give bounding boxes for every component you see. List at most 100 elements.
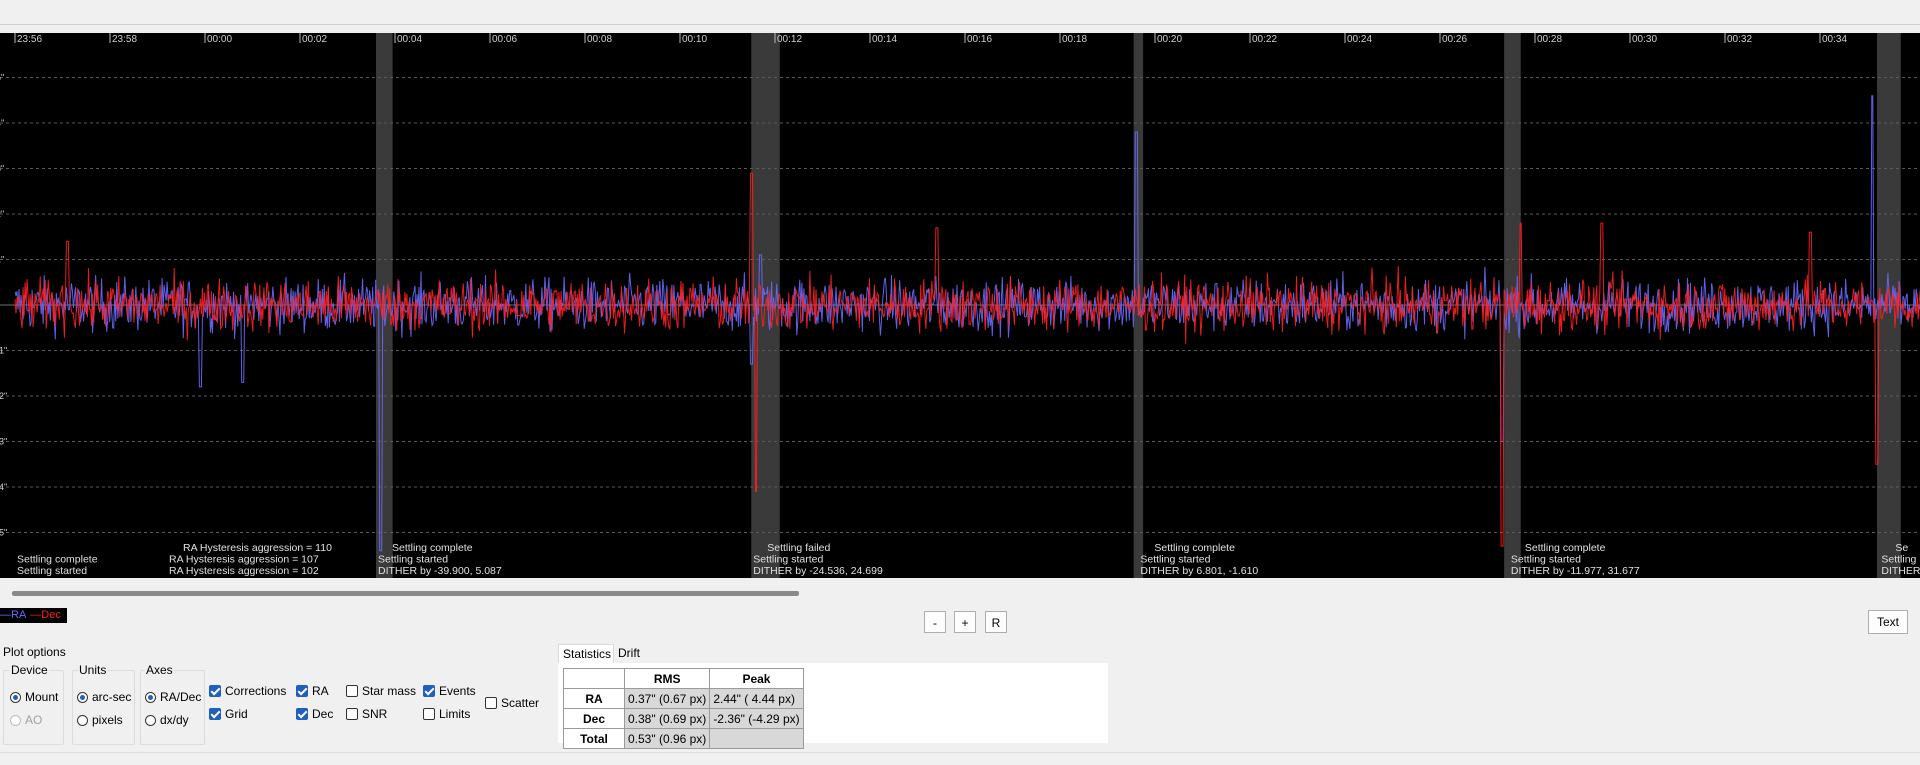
guiding-graph-svg: 23:56 23:58 00:00 00:02 00:04 00:06 00:08 00:10…	[0, 33, 1920, 578]
units-group	[72, 670, 135, 745]
y-tick-label: 4"	[0, 118, 4, 128]
star-mass-option[interactable]: Star mass	[346, 684, 416, 698]
event-label: DITHER by -39.900, 5.087	[378, 565, 502, 577]
axes-dxdy-option[interactable]: dx/dy	[145, 713, 189, 727]
guiding-graph[interactable]: 23:56 23:58 00:00 00:02 00:04 00:06 00:08 00:10…	[0, 33, 1920, 578]
corrections-option[interactable]: Corrections	[209, 684, 286, 698]
grid-option[interactable]: Grid	[209, 707, 248, 721]
device-group	[3, 670, 64, 745]
axes-group-title: Axes	[145, 663, 174, 677]
time-tick-label: 00:06	[492, 34, 517, 45]
stats-header-rms: RMS	[623, 668, 711, 689]
event-label: Settling	[1881, 554, 1916, 566]
series-line-ra	[14, 95, 1920, 552]
pixels-radio[interactable]	[77, 714, 88, 726]
event-label: RA Hysteresis aggression = 110	[183, 542, 332, 554]
event-label: Settling complete	[1154, 542, 1235, 554]
snr-label: SNR	[362, 707, 388, 721]
plot-options-label: Plot options	[3, 645, 66, 659]
ra-label: RA	[312, 684, 329, 698]
events-label: Events	[439, 684, 476, 698]
statistics-table: RMS Peak RA 0.37" (0.67 px) 2.44" ( 4.44…	[563, 668, 804, 749]
y-tick-label: -4"	[0, 482, 7, 492]
arcsec-radio[interactable]	[77, 691, 88, 703]
y-tick-label: 3"	[0, 164, 4, 174]
arcsec-label: arc-sec	[92, 690, 132, 704]
scatter-checkbox[interactable]	[485, 697, 497, 709]
scatter-label: Scatter	[501, 696, 540, 710]
radec-label: RA/Dec	[160, 690, 202, 704]
mount-radio[interactable]	[10, 691, 21, 703]
time-tick-label: 00:30	[1632, 34, 1657, 45]
corrections-checkbox[interactable]	[209, 685, 221, 697]
units-group-title: Units	[78, 663, 108, 677]
y-tick-label: 5"	[0, 73, 4, 83]
y-tick-label: -3"	[0, 437, 7, 447]
event-label: RA Hysteresis aggression = 107	[169, 554, 319, 566]
time-tick-label: 00:26	[1442, 34, 1467, 45]
ao-label: AO	[25, 713, 43, 727]
events-checkbox[interactable]	[423, 685, 435, 697]
time-tick-label: 00:28	[1537, 34, 1562, 45]
grid-checkbox[interactable]	[209, 708, 221, 720]
stats-row-ra: RA 0.37" (0.67 px) 2.44" ( 4.44 px)	[563, 688, 804, 709]
text-button[interactable]: Text	[1868, 610, 1908, 634]
zoom-reset-button[interactable]: R	[985, 611, 1007, 633]
units-pixels-option[interactable]: pixels	[77, 713, 123, 727]
radec-radio[interactable]	[145, 691, 156, 703]
graph-legend: —RA —Dec	[0, 608, 67, 623]
time-tick-label: 23:58	[112, 34, 137, 45]
axes-group	[140, 670, 205, 745]
snr-checkbox[interactable]	[346, 708, 358, 720]
tab-drift[interactable]: Drift	[614, 644, 654, 663]
axes-radec-option[interactable]: RA/Dec	[145, 690, 201, 704]
star-mass-label: Star mass	[362, 684, 417, 698]
event-label: DITHER by -11.977, 31.677	[1511, 565, 1640, 577]
graph-scrollbar[interactable]	[12, 591, 799, 596]
time-tick-label: 00:32	[1727, 34, 1752, 45]
stats-row-label: Dec	[563, 708, 625, 729]
stats-ra-peak: 2.44" ( 4.44 px)	[709, 688, 804, 709]
limits-option[interactable]: Limits	[423, 707, 470, 721]
event-label: Settling complete	[392, 542, 473, 554]
stats-header-blank	[563, 668, 625, 689]
snr-option[interactable]: SNR	[346, 707, 387, 721]
stats-ra-rms: 0.37" (0.67 px)	[623, 688, 711, 709]
event-label: RA Hysteresis aggression = 102	[169, 565, 319, 577]
dec-option[interactable]: Dec	[296, 707, 333, 721]
event-label: Settling started	[17, 565, 87, 577]
dxdy-radio[interactable]	[145, 714, 156, 726]
device-group-title: Device	[10, 663, 49, 677]
event-label: DITHER by 6.801, -1.610	[1140, 565, 1258, 577]
scatter-option[interactable]: Scatter	[485, 696, 539, 710]
y-tick-label: -1"	[0, 346, 7, 356]
stats-header-row: RMS Peak	[563, 668, 804, 689]
limits-checkbox[interactable]	[423, 708, 435, 720]
zoom-in-button[interactable]: +	[954, 611, 976, 633]
time-tick-label: 00:00	[207, 34, 232, 45]
events-option[interactable]: Events	[423, 684, 476, 698]
ao-radio	[10, 714, 21, 726]
ra-checkbox[interactable]	[296, 685, 308, 697]
stats-dec-peak: -2.36" (-4.29 px)	[709, 708, 804, 729]
star-mass-checkbox[interactable]	[346, 685, 358, 697]
zoom-out-button[interactable]: -	[924, 611, 946, 633]
status-bar	[0, 752, 1920, 765]
ra-option[interactable]: RA	[296, 684, 329, 698]
event-label: DITHER by -24.536, 24.699	[753, 565, 883, 577]
stats-dec-rms: 0.38" (0.69 px)	[623, 708, 711, 729]
time-tick-label: 00:12	[777, 34, 802, 45]
legend-ra: —RA	[0, 609, 27, 621]
tab-statistics[interactable]: Statistics	[558, 644, 614, 663]
stats-row-label: Total	[563, 728, 625, 749]
time-tick-label: 00:04	[397, 34, 422, 45]
y-tick-label: 1"	[0, 255, 4, 265]
dec-checkbox[interactable]	[296, 708, 308, 720]
device-mount-option[interactable]: Mount	[10, 690, 58, 704]
y-tick-label: 2"	[0, 209, 4, 219]
units-arcsec-option[interactable]: arc-sec	[77, 690, 131, 704]
stats-row-dec: Dec 0.38" (0.69 px) -2.36" (-4.29 px)	[563, 708, 804, 729]
window-top-bar	[0, 0, 1920, 25]
stats-row-label: RA	[563, 688, 625, 709]
event-label: Settling started	[1511, 554, 1581, 566]
